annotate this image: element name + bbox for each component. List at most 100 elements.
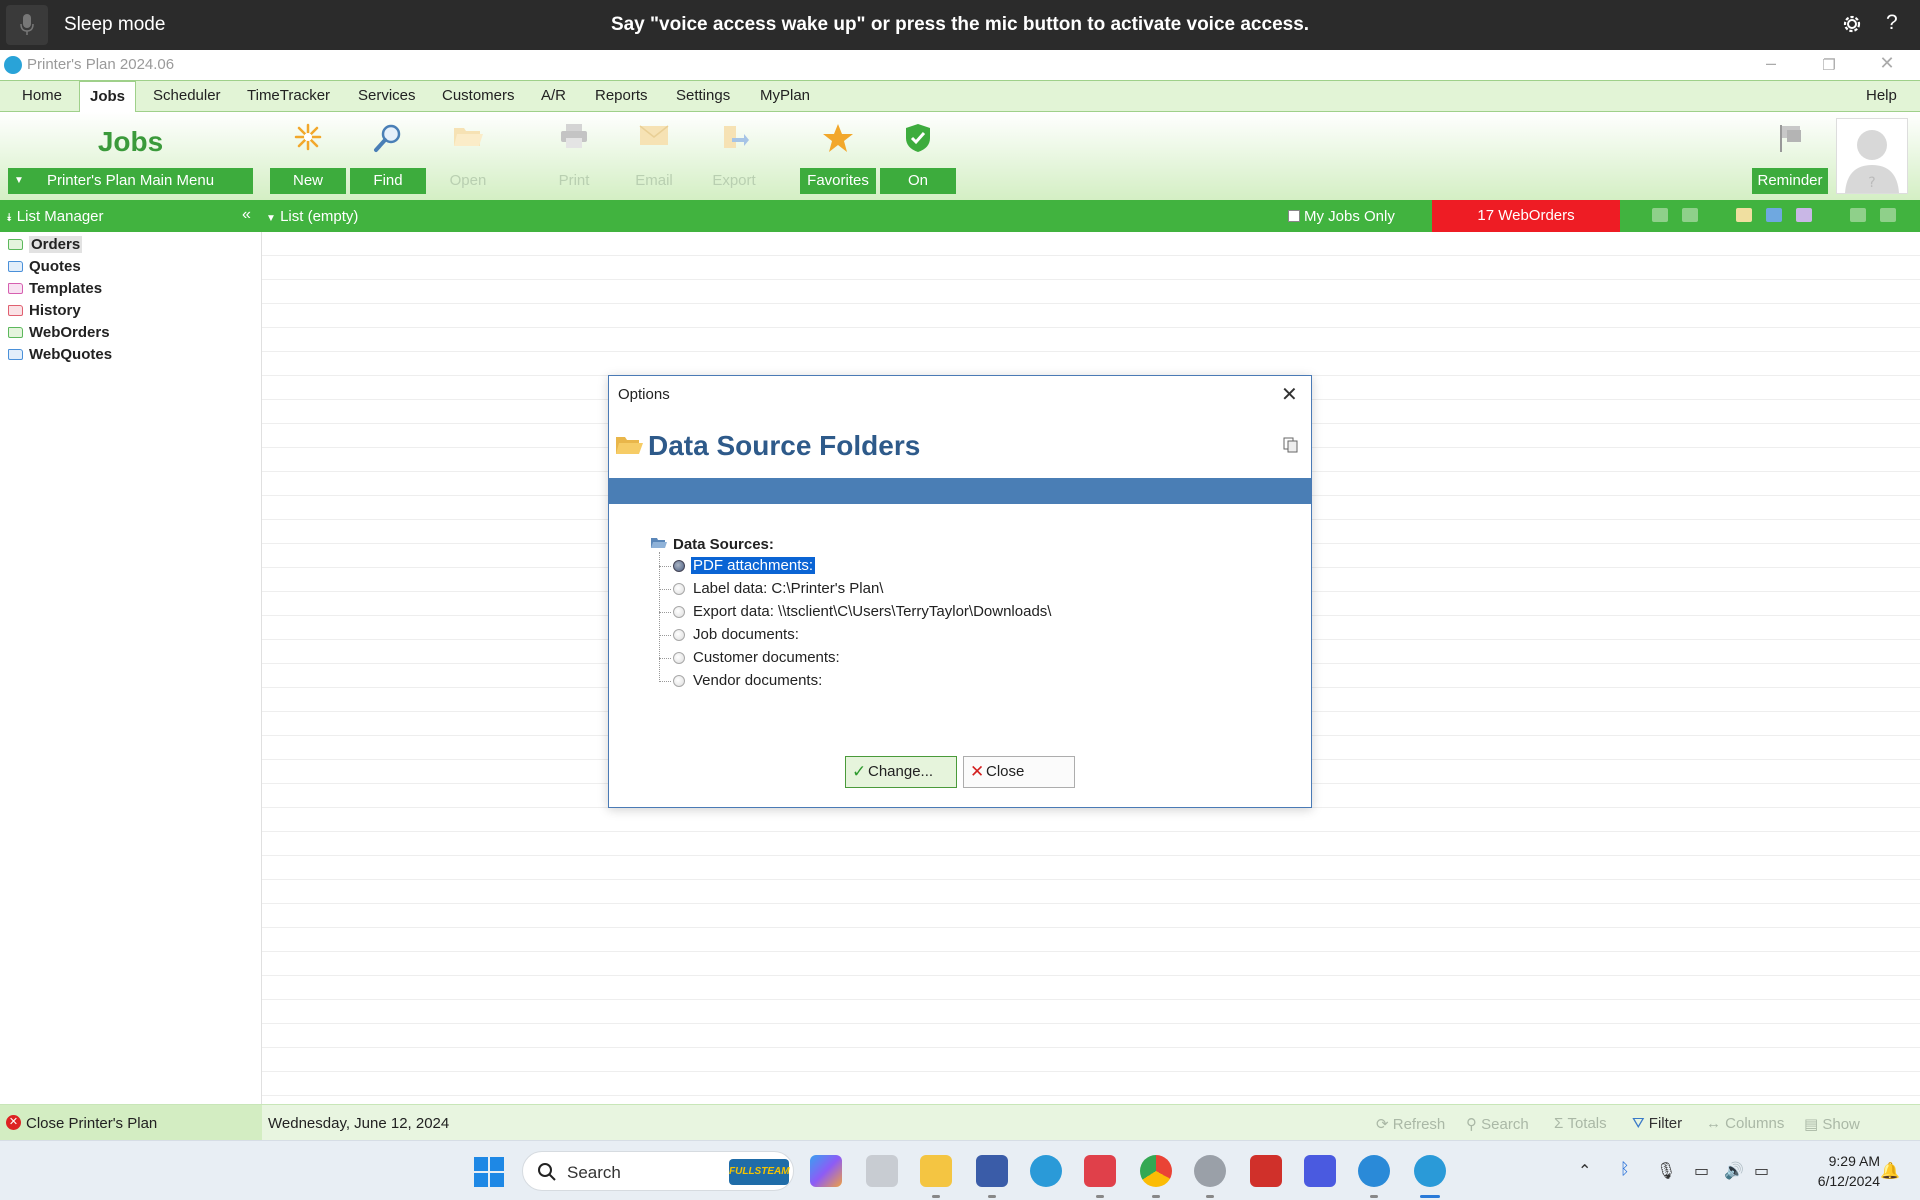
voice-access-bar: Sleep mode Say "voice access wake up" or… (0, 0, 1920, 50)
tab-services[interactable]: Services (348, 81, 426, 112)
windows-start-icon[interactable] (474, 1157, 504, 1187)
folder-orders[interactable]: Orders (8, 236, 83, 256)
columns-tool-icon[interactable] (1880, 208, 1896, 222)
tab-scheduler[interactable]: Scheduler (143, 81, 231, 112)
tree-item-label: Label data: C:\Printer's Plan\ (693, 580, 884, 597)
remote-desktop-icon[interactable] (976, 1155, 1008, 1187)
search-placeholder: Search (567, 1163, 621, 1182)
red-app-icon[interactable] (1250, 1155, 1282, 1187)
refresh-icon: ⟳ (1376, 1116, 1389, 1133)
folder-webquotes[interactable]: WebQuotes (8, 346, 112, 366)
tab-ar[interactable]: A/R (531, 81, 576, 112)
link-tool-icon[interactable] (1682, 208, 1698, 222)
folder-weborders[interactable]: WebOrders (8, 324, 110, 344)
weborders-alert-button[interactable]: 17 WebOrders (1432, 200, 1620, 232)
dialog-heading: Data Source Folders (648, 430, 921, 461)
star-icon (800, 122, 876, 158)
folder-quotes[interactable]: Quotes (8, 258, 81, 278)
new-label: New (270, 168, 346, 194)
tab-timetracker[interactable]: TimeTracker (237, 81, 340, 112)
main-menu-label: Printer's Plan Main Menu (46, 172, 215, 189)
restore-icon[interactable]: ❐ (1814, 56, 1844, 74)
file-explorer-icon[interactable] (920, 1155, 952, 1187)
task-view-icon[interactable] (866, 1155, 898, 1187)
tab-home[interactable]: Home (12, 81, 72, 112)
bluetooth-icon[interactable]: ᛒ (1620, 1161, 1630, 1179)
network-icon[interactable]: ▭ (1694, 1161, 1709, 1181)
list-dropdown[interactable]: ▼ List (empty) (266, 208, 358, 225)
window-close-icon[interactable]: ✕ (1872, 53, 1902, 74)
change-button[interactable]: ✓ Change... (845, 756, 957, 788)
printers-plan-active-icon[interactable] (1414, 1155, 1446, 1187)
print-button[interactable]: Print (536, 116, 612, 196)
export-button[interactable]: Export (696, 116, 772, 196)
microphone-tray-icon[interactable]: 🎙 (1656, 1161, 1676, 1181)
avatar[interactable]: ? (1836, 118, 1908, 194)
chrome-icon[interactable] (1140, 1155, 1172, 1187)
my-jobs-only-checkbox[interactable]: My Jobs Only (1288, 208, 1395, 225)
email-button[interactable]: Email (616, 116, 692, 196)
volume-icon[interactable]: 🔊 (1724, 1161, 1744, 1181)
close-app-button[interactable]: ✕ Close Printer's Plan (0, 1105, 262, 1141)
chevron-up-icon[interactable]: ⌃ (1578, 1161, 1591, 1181)
totals-button[interactable]: Σ Totals (1554, 1115, 1607, 1132)
printers-plan-taskbar-icon[interactable] (1030, 1155, 1062, 1187)
columns-button[interactable]: ↔ Columns (1706, 1115, 1784, 1132)
folder-history[interactable]: History (8, 302, 81, 322)
minimize-icon[interactable]: – (1756, 53, 1786, 74)
tab-jobs[interactable]: Jobs (79, 81, 137, 113)
checkbox-icon (1288, 210, 1300, 222)
system-clock[interactable]: 9:29 AM 6/12/2024 (1790, 1151, 1880, 1191)
taskbar-search[interactable]: Search FULLSTEAM (522, 1151, 794, 1191)
voice-access-icon[interactable] (1358, 1155, 1390, 1187)
new-button[interactable]: New (270, 116, 346, 196)
window-title: Printer's Plan 2024.06 (27, 56, 175, 73)
totals-label: Totals (1567, 1115, 1607, 1132)
close-circle-icon: ✕ (6, 1115, 21, 1130)
grid-tool-icon[interactable] (1850, 208, 1866, 222)
mail-tool-icon[interactable] (1652, 208, 1668, 222)
dialog-close-icon[interactable]: ✕ (1281, 382, 1298, 407)
sigma-icon: Σ (1554, 1115, 1564, 1132)
copy-settings-icon[interactable] (1283, 437, 1299, 453)
list-manager-sidebar: Orders Quotes Templates History WebOrder… (0, 232, 262, 1104)
layers-tool-icon[interactable] (1766, 208, 1782, 222)
filter-label: Filter (1648, 1115, 1683, 1132)
copy-tool-icon[interactable] (1736, 208, 1752, 222)
mouse-app-icon[interactable] (1194, 1155, 1226, 1187)
close-button[interactable]: ✕ Close (963, 756, 1075, 788)
refresh-button[interactable]: ⟳ Refresh (1376, 1115, 1445, 1133)
tab-myplan[interactable]: MyPlan (750, 81, 820, 112)
help-icon[interactable]: ? (1886, 11, 1898, 35)
on-button[interactable]: On (880, 116, 956, 196)
buds-icon[interactable] (1304, 1155, 1336, 1187)
show-button[interactable]: ▤ Show (1804, 1115, 1860, 1133)
show-label: Show (1822, 1116, 1860, 1133)
show-icon: ▤ (1804, 1116, 1819, 1133)
list-header-bar: ⯯ List Manager « ▼ List (empty) My Jobs … (0, 200, 1920, 232)
help-menu[interactable]: Help (1856, 81, 1907, 112)
favorites-button[interactable]: Favorites (800, 116, 876, 196)
fullsteam-badge: FULLSTEAM (729, 1159, 790, 1185)
open-button[interactable]: Open (430, 116, 506, 196)
folder-label: WebQuotes (29, 346, 113, 363)
tab-customers[interactable]: Customers (432, 81, 525, 112)
battery-icon[interactable]: ▭ (1754, 1161, 1769, 1181)
find-button[interactable]: Find (350, 116, 426, 196)
copilot-icon[interactable] (810, 1155, 842, 1187)
tab-reports[interactable]: Reports (585, 81, 658, 112)
filter-button[interactable]: ⛛ Filter (1632, 1115, 1682, 1132)
notification-bell-icon[interactable]: 🔔 (1880, 1161, 1900, 1181)
folder-templates[interactable]: Templates (8, 280, 102, 300)
collapse-sidebar-icon[interactable]: « (242, 206, 251, 224)
reminder-button[interactable]: Reminder (1752, 116, 1828, 196)
radio-icon (673, 560, 685, 572)
notes-app-icon[interactable] (1084, 1155, 1116, 1187)
list-manager-header[interactable]: ⯯ List Manager (6, 208, 104, 225)
search-button[interactable]: ⚲ Search (1466, 1115, 1529, 1133)
tab-settings[interactable]: Settings (666, 81, 740, 112)
gear-icon[interactable] (1840, 12, 1864, 40)
person-tool-icon[interactable] (1796, 208, 1812, 222)
favorites-label: Favorites (800, 168, 876, 194)
main-menu-button[interactable]: ▼ Printer's Plan Main Menu (8, 168, 253, 194)
